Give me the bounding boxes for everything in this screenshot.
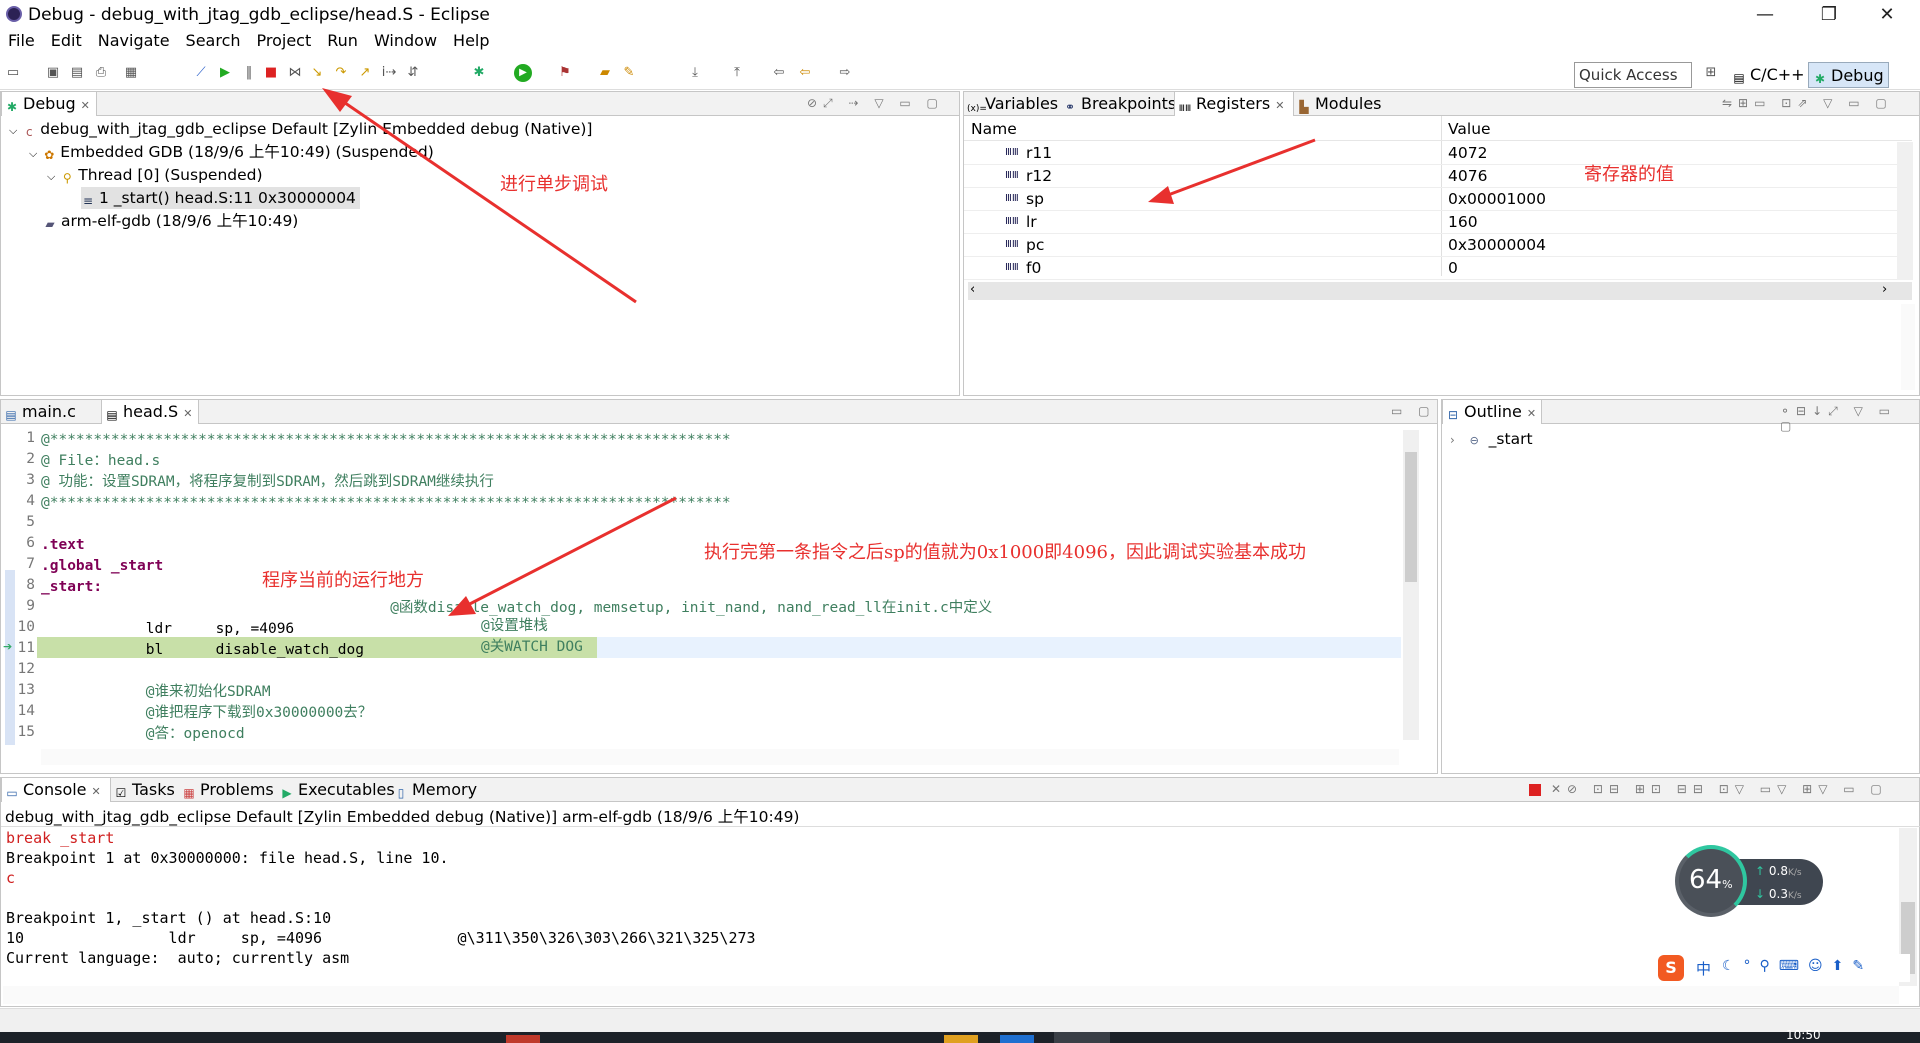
annotation-step: 进行单步调试	[500, 174, 608, 195]
annotation-current: 程序当前的运行地方	[262, 570, 424, 591]
annotation-result: 执行完第一条指令之后sp的值就为0x1000即4096，因此调试实验基本成功	[704, 542, 1306, 563]
annotation-registers: 寄存器的值	[1584, 164, 1674, 185]
arrow-registers	[1148, 138, 1316, 204]
annotation-arrows	[322, 88, 1316, 616]
arrow-current-line	[448, 496, 677, 616]
